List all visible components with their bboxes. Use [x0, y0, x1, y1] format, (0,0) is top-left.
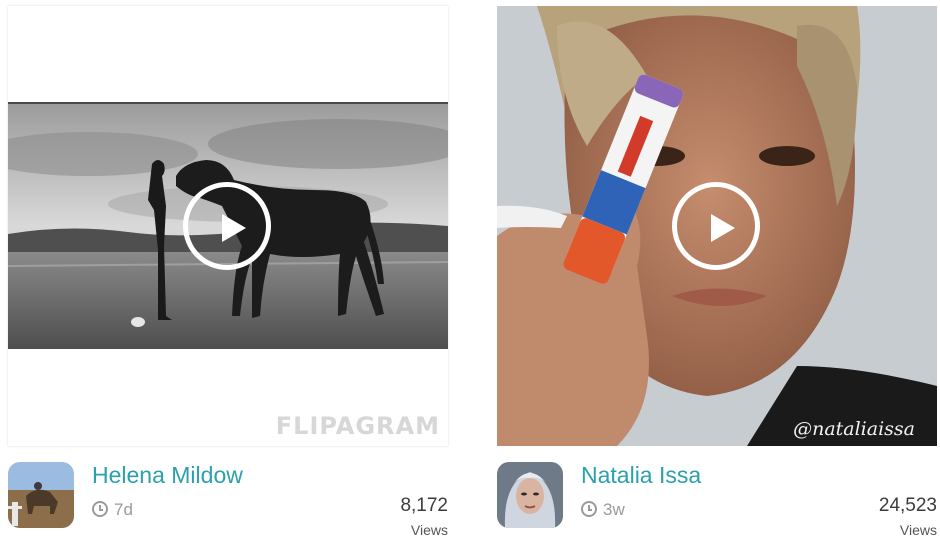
flipagram-watermark: FLIPAGRAM	[275, 412, 440, 440]
username-link[interactable]: Helena Mildow	[92, 462, 243, 489]
user-watermark: @nataliaissa	[793, 418, 915, 440]
post-age: 7d	[92, 500, 133, 520]
post-age-text: 7d	[114, 500, 133, 519]
username-link[interactable]: Natalia Issa	[581, 462, 701, 489]
video-thumbnail[interactable]: @nataliaissa	[497, 6, 937, 446]
play-button[interactable]	[672, 182, 760, 270]
post-meta: Helena Mildow 7d 8,172 Views	[8, 446, 448, 538]
view-count-label: Views	[410, 522, 448, 538]
clock-icon	[92, 501, 108, 517]
post-age-text: 3w	[603, 500, 625, 519]
play-button[interactable]	[183, 182, 271, 270]
avatar[interactable]	[497, 462, 563, 528]
view-count-value: 8,172	[400, 495, 448, 516]
view-count: 8,172 Views	[400, 494, 448, 542]
avatar[interactable]	[8, 462, 74, 528]
post-card[interactable]: FLIPAGRAM Helena Mildow 7d 8,172 Views	[8, 6, 448, 538]
post-age: 3w	[581, 500, 625, 520]
post-card[interactable]: @nataliaissa Natalia Issa 3w 24,523 Views	[497, 6, 937, 538]
clock-icon	[581, 501, 597, 517]
view-count-label: Views	[899, 522, 937, 538]
video-thumbnail[interactable]: FLIPAGRAM	[8, 6, 448, 446]
view-count: 24,523 Views	[879, 494, 937, 542]
view-count-value: 24,523	[878, 495, 937, 516]
post-meta: Natalia Issa 3w 24,523 Views	[497, 446, 937, 538]
